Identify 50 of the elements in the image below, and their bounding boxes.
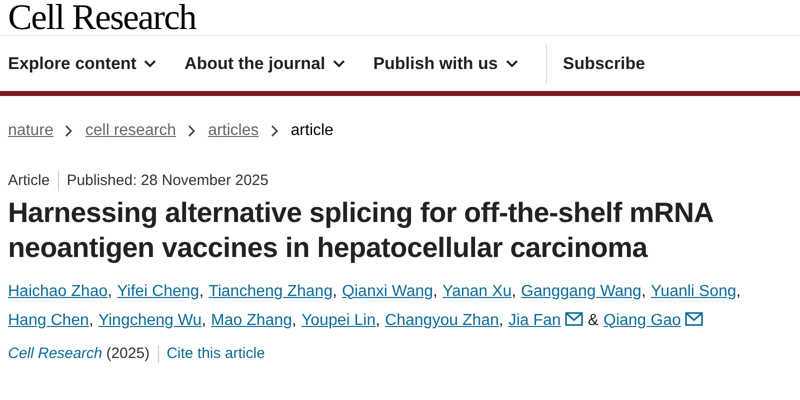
author-link[interactable]: Haichao Zhao — [8, 282, 108, 300]
email-icon[interactable] — [564, 312, 583, 326]
separator-text: , — [512, 282, 516, 300]
author-link[interactable]: Qiang Gao — [604, 312, 681, 328]
author-link[interactable]: Youpei Lin — [301, 312, 376, 328]
breadcrumb-link[interactable]: articles — [208, 119, 259, 143]
separator-text: , — [433, 282, 438, 300]
nav-menu-item[interactable]: Subscribe — [562, 50, 646, 76]
author-link[interactable]: Yingcheng Wu — [98, 312, 202, 328]
breadcrumb-link[interactable]: nature — [8, 119, 54, 143]
separator-text: , — [199, 282, 204, 300]
chevron-right-icon — [270, 125, 279, 137]
publish-date: Published: 28 November 2025 — [66, 171, 268, 191]
breadcrumb-current: article — [290, 121, 334, 141]
separator-text: , — [376, 312, 380, 328]
chevron-down-icon — [144, 60, 156, 68]
article-title: Harnessing alternative splicing for off-the-shelf mRNA neoantigen vaccines in hepatocellular carcinoma — [8, 196, 714, 264]
author-link[interactable]: Yuanli Song — [650, 282, 736, 300]
author-link[interactable]: Mao Zhang — [211, 312, 292, 328]
author-link[interactable]: Ganggang Wang — [521, 282, 642, 300]
cite-link[interactable]: Cite this article — [166, 342, 265, 365]
breadcrumb-link[interactable]: cell research — [85, 119, 176, 143]
author-link[interactable]: Yifei Cheng — [117, 282, 200, 300]
chevron-right-icon — [65, 125, 74, 137]
separator-text: , — [736, 282, 741, 300]
year-text: (2025) — [106, 344, 150, 364]
author-link[interactable]: Qianxi Wang — [342, 282, 434, 300]
chevron-right-icon — [188, 125, 196, 137]
nav-menu-item[interactable]: About the journal — [184, 50, 346, 76]
nav-menu-item[interactable]: Publish with us — [373, 50, 518, 76]
journal-logo[interactable]: Cell Research — [8, 0, 196, 35]
nav-menu-item[interactable]: Explore content — [8, 50, 156, 76]
author-link[interactable]: Yanan Xu — [442, 282, 512, 300]
separator-text: , — [202, 312, 206, 328]
separator-text: , — [108, 282, 112, 300]
email-icon[interactable] — [684, 312, 703, 326]
separator-text: , — [498, 312, 504, 328]
separator-text: , — [292, 312, 296, 328]
separator-text: & — [588, 312, 598, 328]
separator-text: , — [88, 312, 94, 328]
author-link[interactable]: Hang Chen — [8, 312, 89, 328]
chevron-down-icon — [333, 60, 346, 68]
journal-name: Cell Research — [8, 344, 102, 364]
author-link[interactable]: Tiancheng Zhang — [208, 282, 333, 300]
author-link[interactable]: Jia Fan — [508, 312, 561, 328]
chevron-down-icon — [506, 60, 518, 68]
separator-text: , — [641, 282, 646, 300]
article-type: Article — [8, 171, 50, 191]
author-link[interactable]: Changyou Zhan — [385, 312, 499, 328]
separator-text: , — [332, 282, 338, 300]
